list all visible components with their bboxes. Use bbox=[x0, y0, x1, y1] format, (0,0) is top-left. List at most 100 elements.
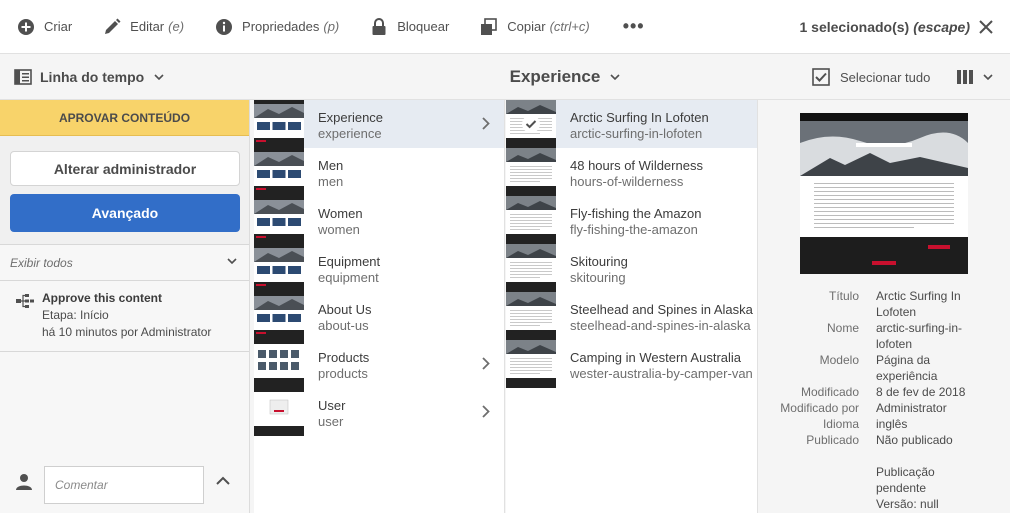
chevron-right-icon bbox=[482, 405, 490, 418]
column-item-fly-fishing-the-amazon[interactable]: Fly-fishing the Amazon fly-fishing-the-am… bbox=[506, 196, 757, 244]
chevron-down-icon bbox=[983, 74, 993, 80]
property-key: Modificado por bbox=[780, 401, 859, 415]
chevron-down-icon bbox=[227, 258, 237, 264]
user-icon bbox=[16, 474, 32, 490]
item-title: Arctic Surfing In Lofoten bbox=[570, 110, 709, 125]
chevron-down-icon bbox=[610, 74, 620, 80]
item-title: Skitouring bbox=[570, 254, 628, 269]
comment-input[interactable] bbox=[44, 466, 204, 504]
property-value: 8 de fev de 2018 bbox=[876, 385, 966, 399]
item-title: Experience bbox=[318, 110, 384, 125]
breadcrumb-title[interactable]: Experience bbox=[390, 67, 621, 87]
property-value bbox=[876, 448, 968, 464]
property-key bbox=[759, 496, 876, 512]
column-item-men[interactable]: Men men bbox=[254, 148, 504, 196]
chevron-right-icon bbox=[482, 357, 490, 370]
property-value: Versão: null bbox=[876, 497, 939, 511]
property-row bbox=[759, 448, 1010, 464]
item-name: men bbox=[318, 174, 344, 189]
property-value: Não publicado bbox=[876, 433, 953, 447]
sub-toolbar: Linha do tempo Experience Selecionar tud… bbox=[0, 54, 1010, 100]
chevron-up-icon[interactable] bbox=[216, 476, 230, 485]
selection-escape-hint: (escape) bbox=[913, 19, 970, 35]
item-title: Women bbox=[318, 206, 363, 221]
page-thumbnail bbox=[506, 292, 556, 340]
column-item-steelhead-and-spines-in-alaska[interactable]: Steelhead and Spines in Alaska steelhead-… bbox=[506, 292, 757, 340]
property-row: Nome arctic-surfing-in-lofoten bbox=[759, 320, 1010, 352]
column-item-wester-australia-by-camper-van[interactable]: Camping in Western Australia wester-austr… bbox=[506, 340, 757, 388]
workflow-title: Approve this content bbox=[42, 291, 163, 305]
property-value: Arctic Surfing In Lofoten bbox=[876, 289, 961, 319]
page-thumbnail bbox=[254, 244, 304, 292]
column-view-icon bbox=[957, 70, 973, 84]
property-row: Versão: null bbox=[759, 496, 1010, 512]
item-title: User bbox=[318, 398, 346, 413]
create-button[interactable]: Criar bbox=[0, 0, 87, 54]
item-name: steelhead-and-spines-in-alaska bbox=[570, 318, 751, 333]
property-row: Modificado 8 de fev de 2018 bbox=[759, 384, 1010, 400]
property-key: Idioma bbox=[822, 417, 859, 431]
column-item-equipment[interactable]: Equipment equipment bbox=[254, 244, 504, 292]
column-item-arctic-surfing-in-lofoten[interactable]: Arctic Surfing In Lofoten arctic-surfing-… bbox=[506, 100, 757, 148]
property-value: Página da experiência bbox=[876, 353, 938, 383]
pencil-icon bbox=[102, 17, 122, 37]
properties-shortcut: (p) bbox=[323, 19, 340, 34]
property-value: inglês bbox=[876, 417, 908, 431]
copy-button[interactable]: Copiar (ctrl+c) bbox=[464, 0, 604, 54]
view-switcher[interactable] bbox=[956, 54, 993, 100]
property-value: Publicação pendente bbox=[876, 465, 935, 495]
checkmark-circle-icon[interactable] bbox=[521, 114, 541, 134]
advance-button[interactable]: Avançado bbox=[10, 194, 240, 232]
create-label: Criar bbox=[44, 19, 73, 34]
chevron-right-icon bbox=[482, 117, 490, 130]
property-key: Modelo bbox=[819, 353, 859, 367]
more-actions-button[interactable]: ••• bbox=[605, 16, 663, 37]
item-name: arctic-surfing-in-lofoten bbox=[570, 126, 703, 141]
page-thumbnail bbox=[254, 196, 304, 244]
item-name: skitouring bbox=[570, 270, 626, 285]
timeline-rail: APROVAR CONTEÚDO Alterar administrador A… bbox=[0, 100, 250, 513]
column-item-hours-of-wilderness[interactable]: 48 hours of Wilderness hours-of-wildernes… bbox=[506, 148, 757, 196]
property-key: Nome bbox=[826, 321, 859, 335]
timeline-workflow-entry[interactable]: Approve this content Etapa: Início há 10… bbox=[0, 281, 249, 352]
close-selection-button[interactable] bbox=[974, 15, 998, 39]
item-name: wester-australia-by-camper-van bbox=[570, 366, 753, 381]
lock-button[interactable]: Bloquear bbox=[354, 0, 464, 54]
property-value: Administrator bbox=[876, 401, 947, 415]
change-admin-button[interactable]: Alterar administrador bbox=[10, 151, 240, 186]
property-value: arctic-surfing-in-lofoten bbox=[876, 321, 963, 351]
item-name: products bbox=[318, 366, 368, 381]
column-item-women[interactable]: Women women bbox=[254, 196, 504, 244]
timeline-filter-select[interactable]: Exibir todos bbox=[0, 244, 249, 281]
page-title: Experience bbox=[509, 67, 601, 86]
properties-button[interactable]: Propriedades (p) bbox=[199, 0, 354, 54]
column-item-experience[interactable]: Experience experience bbox=[254, 100, 504, 148]
workflow-meta: há 10 minutos por Administrator bbox=[42, 325, 212, 339]
item-title: Camping in Western Australia bbox=[570, 350, 742, 365]
column-item-user[interactable]: User user bbox=[254, 388, 504, 436]
select-all-button[interactable]: Selecionar tudo bbox=[812, 54, 930, 100]
item-title: Men bbox=[318, 158, 344, 173]
item-name: equipment bbox=[318, 270, 379, 285]
property-key: Modificado bbox=[800, 385, 859, 399]
item-name: experience bbox=[318, 126, 382, 141]
page-thumbnail bbox=[506, 244, 556, 292]
properties-list: Título Arctic Surfing In Lofoten Nome arcti… bbox=[759, 288, 1010, 512]
select-all-label: Selecionar tudo bbox=[840, 69, 931, 85]
column-experience: Arctic Surfing In Lofoten arctic-surfing-… bbox=[506, 100, 758, 513]
item-name: user bbox=[318, 414, 344, 429]
page-thumbnail-preview bbox=[800, 113, 968, 274]
column-site-root: Experience experience Men men Women women Equi… bbox=[254, 100, 505, 513]
column-item-products[interactable]: Products products bbox=[254, 340, 504, 388]
edit-button[interactable]: Editar (e) bbox=[87, 0, 199, 54]
lock-label: Bloquear bbox=[397, 19, 450, 34]
property-key: Publicado bbox=[806, 433, 859, 447]
page-thumbnail bbox=[506, 196, 556, 244]
column-item-skitouring[interactable]: Skitouring skitouring bbox=[506, 244, 757, 292]
property-row: Modificado por Administrator bbox=[759, 400, 1010, 416]
add-circle-icon bbox=[16, 17, 36, 37]
item-name: hours-of-wilderness bbox=[570, 174, 684, 189]
rail-selector[interactable]: Linha do tempo bbox=[14, 54, 164, 100]
column-item-about-us[interactable]: About Us about-us bbox=[254, 292, 504, 340]
edit-shortcut: (e) bbox=[168, 19, 185, 34]
